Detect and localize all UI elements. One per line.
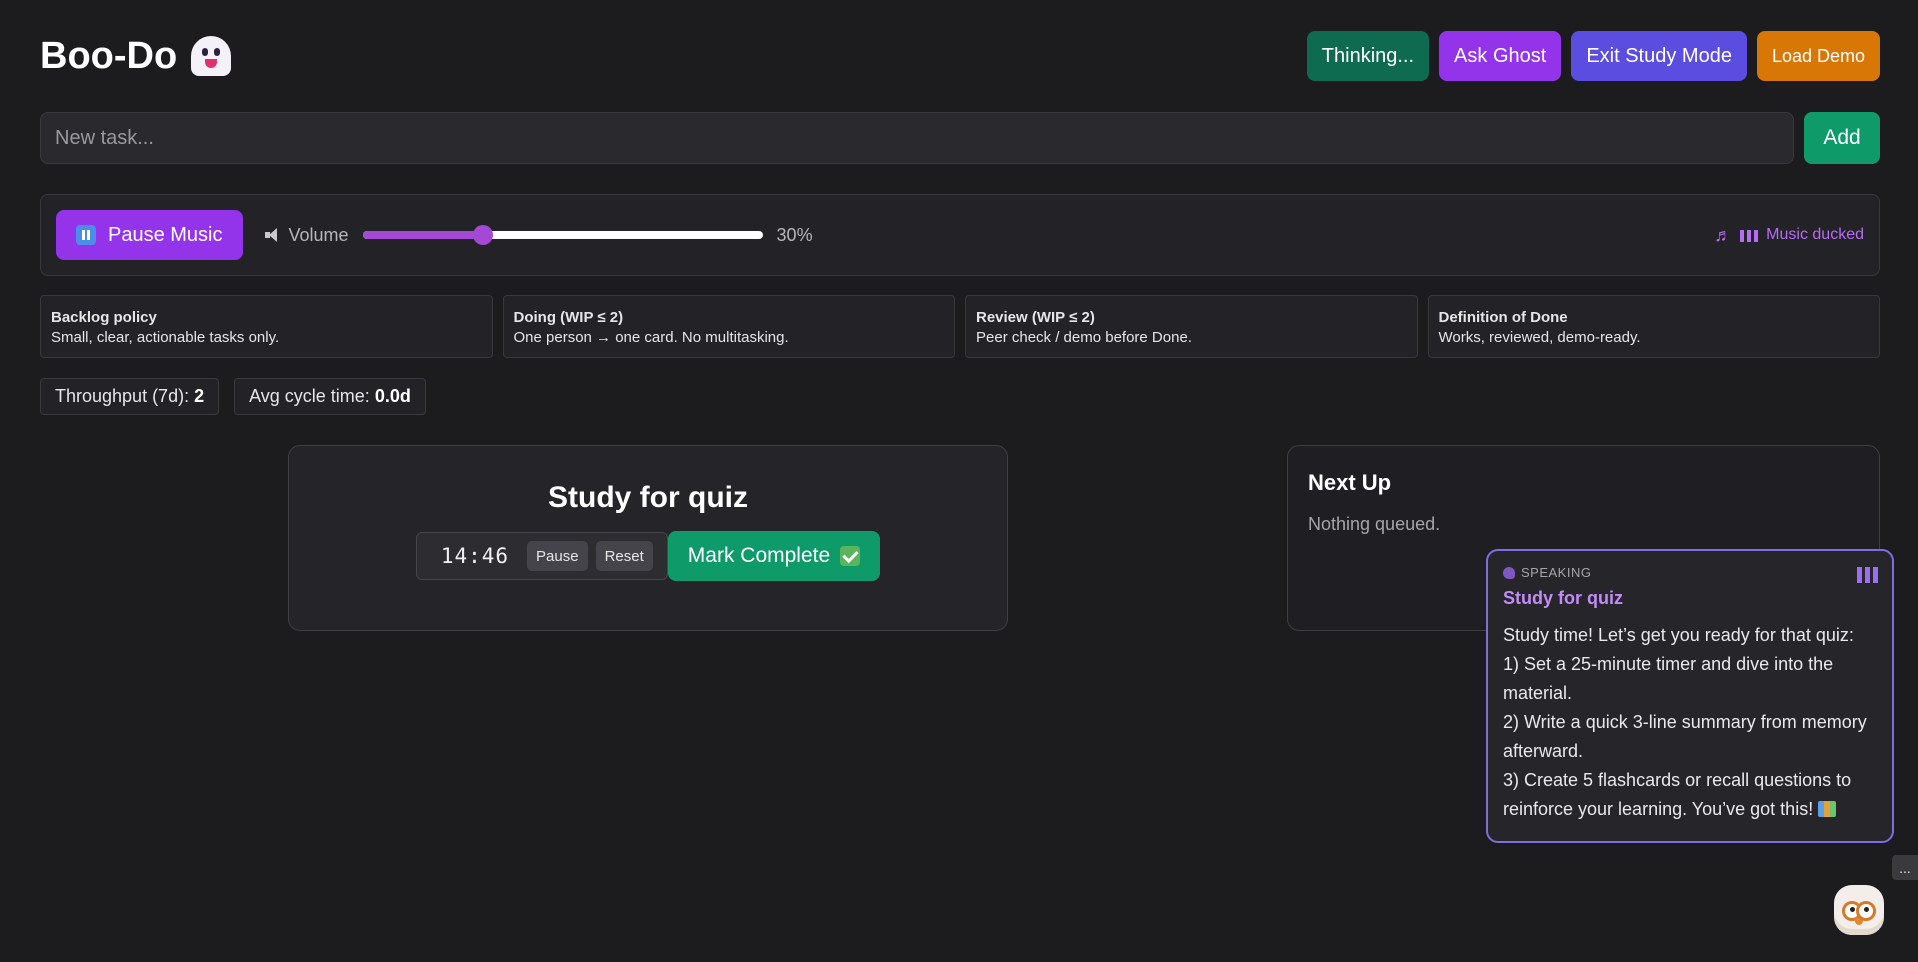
speaker-icon [264, 228, 281, 242]
header-actions: Thinking... Ask Ghost Exit Study Mode Lo… [1306, 31, 1880, 81]
more-options-button[interactable]: ... [1892, 855, 1918, 880]
focus-task-card: Study for quiz 14:46 Pause Reset Mark Co… [288, 445, 1008, 631]
policy-card-backlog: Backlog policy Small, clear, actionable … [40, 295, 493, 358]
volume-group: Volume [264, 224, 349, 246]
stats-row: Throughput (7d): 2 Avg cycle time: 0.0d [40, 378, 426, 415]
books-icon [1818, 801, 1837, 817]
app-title: Boo-Do [40, 34, 232, 78]
speaking-icon [1503, 566, 1515, 579]
mark-complete-button[interactable]: Mark Complete [667, 531, 881, 581]
bubble-line: 1) Set a 25-minute timer and dive into t… [1503, 654, 1834, 703]
music-note-icon: ♬ [1714, 224, 1733, 245]
equalizer-bars-icon [1740, 228, 1759, 242]
throughput-value: 2 [194, 386, 205, 406]
bubble-line: Study time! Let’s get you ready for that… [1503, 625, 1854, 645]
music-controls: Pause Music Volume 30% ♬ Music ducked [40, 194, 1880, 276]
volume-thumb[interactable] [472, 225, 493, 245]
add-task-button[interactable]: Add [1804, 112, 1880, 164]
cycle-time-stat: Avg cycle time: 0.0d [234, 378, 426, 415]
pause-music-label: Pause Music [108, 223, 223, 246]
next-up-empty-text: Nothing queued. [1308, 514, 1441, 534]
bubble-title: Study for quiz [1503, 588, 1623, 608]
policy-text: Small, clear, actionable tasks only. [51, 329, 280, 346]
equalizer-bars-icon [1857, 567, 1878, 583]
policy-text: One person → one card. No multitasking. [513, 329, 789, 346]
owl-mascot-icon[interactable] [1834, 885, 1884, 935]
pause-music-button[interactable]: Pause Music [56, 210, 243, 260]
volume-label: Volume [288, 224, 349, 245]
load-demo-button[interactable]: Load Demo [1756, 31, 1880, 81]
focus-task-title: Study for quiz [548, 481, 748, 514]
next-up-title: Next Up [1308, 470, 1392, 495]
exit-study-mode-button[interactable]: Exit Study Mode [1571, 31, 1747, 81]
policy-card-review: Review (WIP ≤ 2) Peer check / demo befor… [965, 295, 1418, 358]
timer-pause-button[interactable]: Pause [527, 541, 588, 571]
cycle-time-value: 0.0d [374, 386, 411, 406]
timer-row: 14:46 Pause Reset Mark Complete [415, 531, 881, 581]
policy-card-doing: Doing (WIP ≤ 2) One person → one card. N… [502, 295, 955, 358]
volume-slider[interactable] [362, 220, 763, 250]
timer-widget: 14:46 Pause Reset [415, 532, 668, 580]
new-task-input[interactable] [40, 112, 1794, 164]
throughput-label: Throughput (7d): [55, 386, 195, 406]
mark-complete-label: Mark Complete [687, 544, 831, 567]
new-task-row: Add [40, 112, 1880, 164]
bubble-message: Study time! Let’s get you ready for that… [1503, 621, 1877, 824]
policy-title: Doing (WIP ≤ 2) [513, 309, 624, 326]
music-status-text: Music ducked [1766, 226, 1864, 243]
timer-display: 14:46 [440, 544, 510, 568]
pause-icon [76, 225, 96, 245]
policy-text: Works, reviewed, demo-ready. [1438, 329, 1641, 346]
bubble-status: SPEAKING [1503, 565, 1877, 580]
volume-percent: 30% [776, 224, 813, 245]
music-status: ♬ Music ducked [1714, 225, 1864, 246]
policy-card-done: Definition of Done Works, reviewed, demo… [1427, 295, 1880, 358]
policy-title: Definition of Done [1438, 309, 1568, 326]
bubble-line: 3) Create 5 flashcards or recall questio… [1503, 770, 1852, 819]
checkmark-icon [840, 546, 861, 566]
cycle-time-label: Avg cycle time: [249, 386, 375, 406]
ghost-speech-bubble: SPEAKING Study for quiz Study time! Let’… [1486, 549, 1894, 843]
policy-title: Review (WIP ≤ 2) [976, 309, 1095, 326]
bubble-line-last: 3) Create 5 flashcards or recall questio… [1503, 766, 1877, 824]
policy-title: Backlog policy [51, 309, 157, 326]
bubble-status-text: SPEAKING [1521, 565, 1592, 580]
throughput-stat: Throughput (7d): 2 [40, 378, 220, 415]
timer-reset-button[interactable]: Reset [595, 541, 653, 571]
volume-fill [362, 231, 483, 239]
policy-cards: Backlog policy Small, clear, actionable … [40, 295, 1880, 358]
policy-text: Peer check / demo before Done. [976, 329, 1192, 346]
ask-ghost-button[interactable]: Ask Ghost [1439, 31, 1562, 81]
app-title-text: Boo-Do [40, 34, 178, 77]
thinking-button[interactable]: Thinking... [1306, 31, 1430, 81]
app-header: Boo-Do Thinking... Ask Ghost Exit Study … [40, 28, 1880, 84]
ghost-icon [191, 36, 232, 76]
bubble-line: 2) Write a quick 3-line summary from mem… [1503, 712, 1867, 761]
